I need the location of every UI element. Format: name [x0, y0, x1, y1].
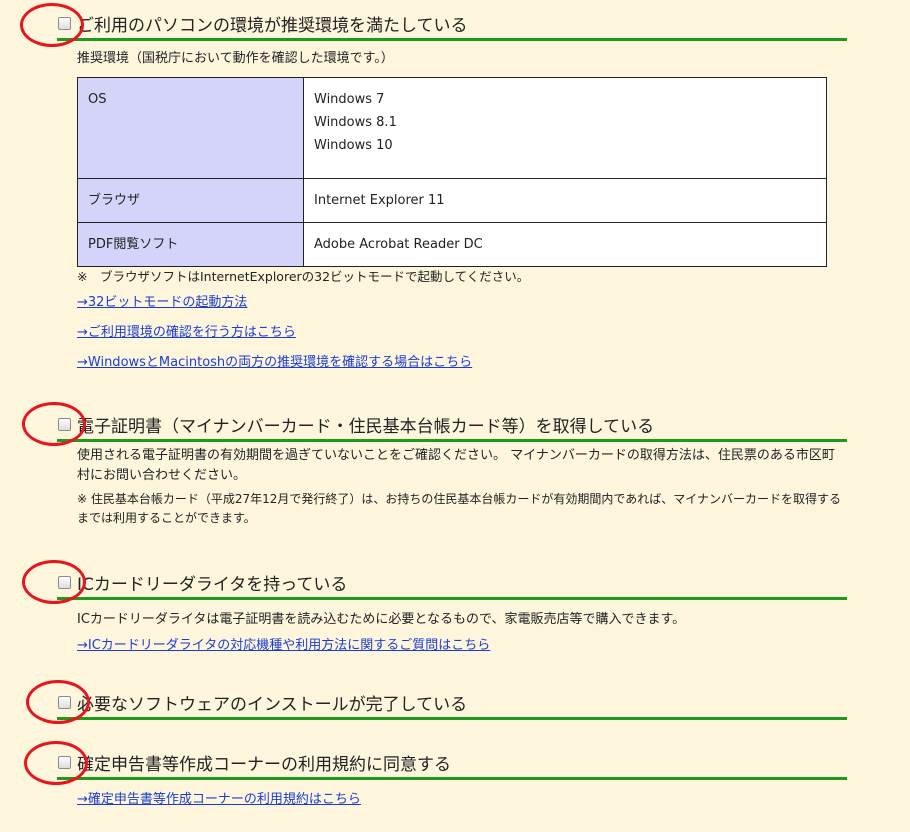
- table-row: PDF閲覧ソフト Adobe Acrobat Reader DC: [77, 222, 827, 267]
- section-certificate: 電子証明書（マイナンバーカード・住民基本台帳カード等）を取得している 使用される…: [57, 409, 847, 528]
- section-heading: ICカードリーダライタを持っている: [57, 567, 847, 600]
- os-value: Windows 7: [314, 92, 385, 107]
- section-card-reader: ICカードリーダライタを持っている ICカードリーダライタは電子証明書を読み込む…: [57, 567, 847, 656]
- link-check-environment[interactable]: →ご利用環境の確認を行う方はこちら: [77, 323, 296, 343]
- section-body: 使用される電子証明書の有効期間を過ぎていないことをご確認ください。 マイナンバー…: [57, 446, 847, 528]
- checkbox-terms[interactable]: [58, 755, 71, 769]
- checkbox-environment[interactable]: [58, 16, 71, 30]
- os-value: Windows 10: [314, 138, 393, 153]
- browser-note: ※ ブラウザソフトはInternetExplorerの32ビットモードで起動して…: [77, 269, 530, 284]
- table-row: OS Windows 7 Windows 8.1 Windows 10: [77, 77, 827, 179]
- section-heading: 必要なソフトウェアのインストールが完了している: [57, 687, 847, 720]
- certificate-note: ※ 住民基本台帳カード（平成27年12月で発行終了）は、お持ちの住民基本台帳カー…: [77, 492, 842, 525]
- heading-text: 必要なソフトウェアのインストールが完了している: [77, 694, 468, 715]
- card-reader-text: ICカードリーダライタは電子証明書を読み込むために必要となるもので、家電販売店等…: [77, 612, 686, 627]
- browser-label: ブラウザ: [77, 178, 304, 223]
- checkbox-software[interactable]: [58, 695, 71, 709]
- os-label: OS: [77, 77, 304, 179]
- certificate-text: 使用される電子証明書の有効期間を過ぎていないことをご確認ください。 マイナンバー…: [77, 448, 835, 483]
- heading-text: ICカードリーダライタを持っている: [77, 574, 348, 595]
- checkbox-card-reader[interactable]: [58, 575, 71, 589]
- section-body: →確定申告書等作成コーナーの利用規約はこちら: [57, 780, 847, 810]
- heading-text: 確定申告書等作成コーナーの利用規約に同意する: [77, 754, 451, 775]
- section-terms: 確定申告書等作成コーナーの利用規約に同意する →確定申告書等作成コーナーの利用規…: [57, 747, 847, 810]
- pdf-value: Adobe Acrobat Reader DC: [303, 222, 827, 267]
- link-32bit-mode[interactable]: →32ビットモードの起動方法: [77, 293, 247, 313]
- os-value: Windows 8.1: [314, 115, 397, 130]
- table-row: ブラウザ Internet Explorer 11: [77, 178, 827, 223]
- heading-text: ご利用のパソコンの環境が推奨環境を満たしている: [77, 15, 468, 36]
- section-software: 必要なソフトウェアのインストールが完了している: [57, 687, 847, 720]
- section-heading: 電子証明書（マイナンバーカード・住民基本台帳カード等）を取得している: [57, 409, 847, 442]
- pdf-label: PDF閲覧ソフト: [77, 222, 304, 267]
- browser-value: Internet Explorer 11: [303, 178, 827, 223]
- section-heading: ご利用のパソコンの環境が推奨環境を満たしている: [57, 8, 847, 41]
- section-recommended-environment: ご利用のパソコンの環境が推奨環境を満たしている 推奨環境（国税庁において動作を確…: [57, 8, 847, 373]
- section-heading: 確定申告書等作成コーナーの利用規約に同意する: [57, 747, 847, 780]
- os-values: Windows 7 Windows 8.1 Windows 10: [303, 77, 827, 179]
- link-card-reader-faq[interactable]: →ICカードリーダライタの対応機種や利用方法に関するご質問はこちら: [77, 636, 490, 656]
- intro-text: 推奨環境（国税庁において動作を確認した環境です。）: [77, 51, 394, 66]
- heading-text: 電子証明書（マイナンバーカード・住民基本台帳カード等）を取得している: [77, 416, 655, 437]
- link-terms-of-use[interactable]: →確定申告書等作成コーナーの利用規約はこちら: [77, 790, 361, 810]
- link-windows-mac-environment[interactable]: →WindowsとMacintoshの両方の推奨環境を確認する場合はこちら: [77, 353, 472, 373]
- environment-table: OS Windows 7 Windows 8.1 Windows 10 ブラウザ…: [77, 77, 827, 267]
- section-body: ICカードリーダライタは電子証明書を読み込むために必要となるもので、家電販売店等…: [57, 610, 847, 656]
- checkbox-certificate[interactable]: [58, 417, 71, 431]
- section-body: 推奨環境（国税庁において動作を確認した環境です。） OS Windows 7 W…: [57, 49, 847, 373]
